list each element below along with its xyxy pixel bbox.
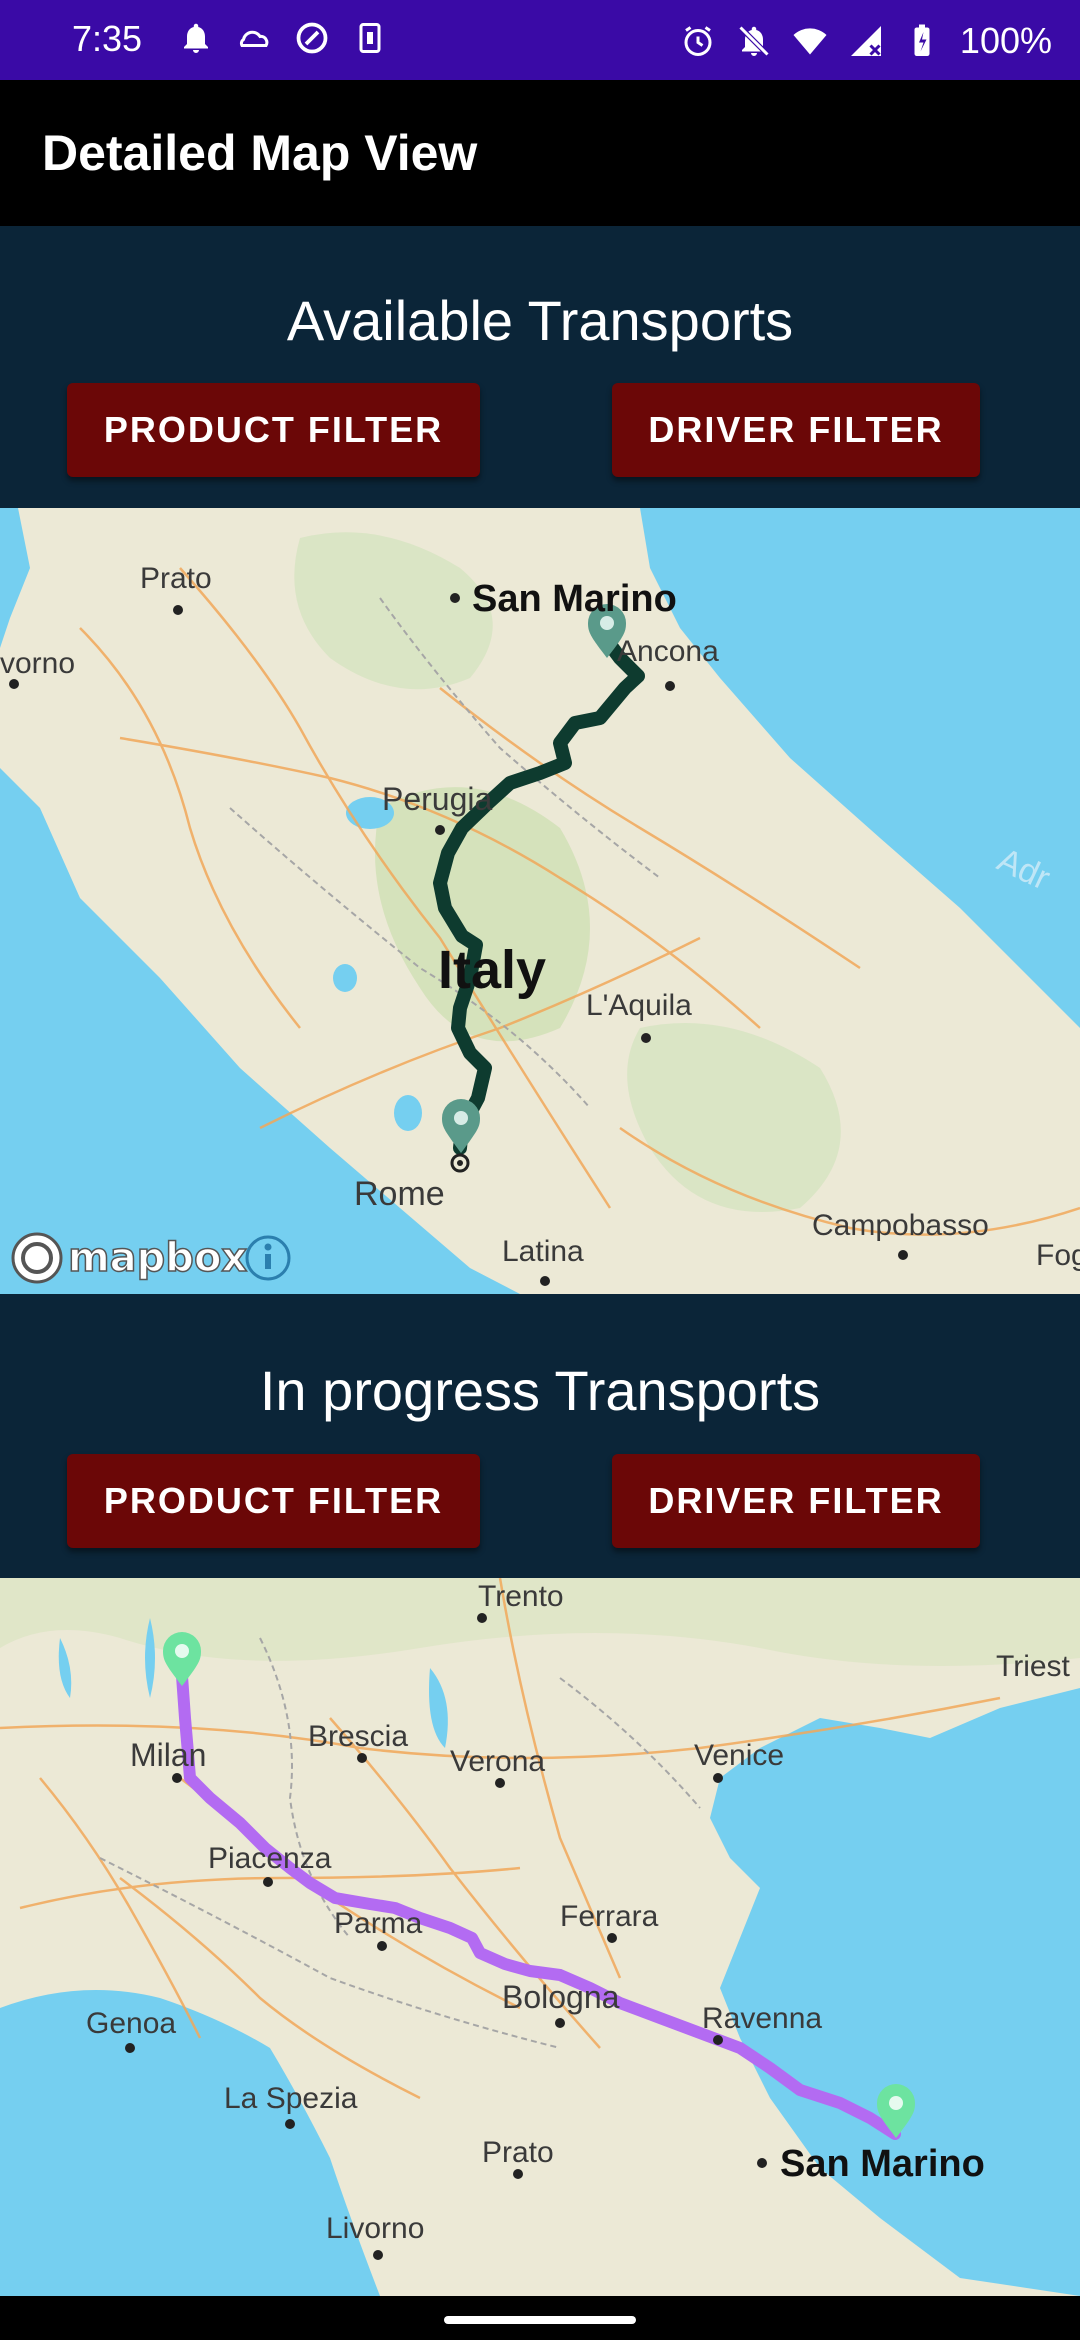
map-label-livorno: vorno bbox=[0, 647, 75, 680]
status-system-icons: 100% bbox=[680, 20, 1052, 62]
rome-capital-dot bbox=[457, 1160, 463, 1166]
navigation-bar bbox=[0, 2296, 1080, 2340]
available-map-canvas[interactable]: Prato San Marino Ancona vorno Perugia It… bbox=[0, 508, 1080, 1294]
mapbox-logo[interactable]: mapbox bbox=[11, 1232, 248, 1284]
map-label-campobasso: Campobasso bbox=[812, 1209, 989, 1242]
map-label-san-marino: San Marino bbox=[472, 578, 677, 620]
map-label-laquila: L'Aquila bbox=[586, 989, 692, 1022]
in-progress-transports-map[interactable]: Trento Triest Milan Brescia Verona Venic… bbox=[0, 1578, 1080, 2296]
map-label-latina: Latina bbox=[502, 1235, 584, 1268]
map-label-italy: Italy bbox=[438, 940, 546, 1000]
in-progress-transports-header: In progress Transports PRODUCT FILTER DR… bbox=[0, 1294, 1080, 1578]
available-transports-title: Available Transports bbox=[286, 289, 794, 352]
signal-icon bbox=[850, 26, 881, 56]
in-progress-transports-title: In progress Transports bbox=[259, 1359, 821, 1422]
map-label-livorno: Livorno bbox=[326, 2212, 424, 2245]
alarm-icon bbox=[684, 26, 712, 56]
app-bar: Detailed Map View bbox=[0, 80, 1080, 226]
map-label-prato: Prato bbox=[140, 562, 212, 595]
map-label-verona: Verona bbox=[450, 1745, 545, 1778]
map-label-ferrara: Ferrara bbox=[560, 1900, 659, 1933]
in-progress-map-canvas[interactable]: Trento Triest Milan Brescia Verona Venic… bbox=[0, 1578, 1080, 2296]
lake bbox=[333, 964, 357, 992]
map-label-genoa: Genoa bbox=[86, 2007, 176, 2040]
battery-percent: 100% bbox=[959, 20, 1052, 61]
mute-icon bbox=[738, 25, 770, 57]
map-label-venice: Venice bbox=[694, 1739, 784, 1772]
available-product-filter-button[interactable]: PRODUCT FILTER bbox=[67, 383, 480, 477]
available-transports-map[interactable]: Prato San Marino Ancona vorno Perugia It… bbox=[0, 508, 1080, 1294]
map-label-rome: Rome bbox=[354, 1175, 445, 1213]
sync-icon bbox=[296, 22, 328, 54]
map-label-ancona: Ancona bbox=[617, 635, 719, 668]
available-driver-filter-button[interactable]: DRIVER FILTER bbox=[612, 383, 980, 477]
in-progress-product-filter-button[interactable]: PRODUCT FILTER bbox=[67, 1454, 480, 1548]
map-label-brescia: Brescia bbox=[308, 1720, 408, 1753]
wifi-icon bbox=[793, 28, 827, 55]
map-label-san-marino: San Marino bbox=[780, 2143, 985, 2185]
lake bbox=[394, 1095, 422, 1131]
sim-icon bbox=[359, 23, 381, 53]
status-notification-icons bbox=[178, 20, 388, 56]
home-gesture-handle[interactable] bbox=[444, 2316, 636, 2324]
map-label-ravenna: Ravenna bbox=[702, 2002, 822, 2035]
map-label-la-spezia: La Spezia bbox=[224, 2082, 358, 2115]
battery-icon bbox=[914, 24, 930, 56]
available-transports-header: Available Transports PRODUCT FILTER DRIV… bbox=[0, 226, 1080, 508]
map-label-perugia: Perugia bbox=[382, 781, 493, 817]
map-label-foggia: Fog bbox=[1036, 1239, 1080, 1272]
map-label-bologna: Bologna bbox=[502, 1979, 620, 2015]
map-label-trieste: Triest bbox=[996, 1650, 1071, 1683]
map-label-prato: Prato bbox=[482, 2136, 554, 2169]
map-label-milan: Milan bbox=[130, 1737, 206, 1773]
mapbox-wordmark: mapbox bbox=[68, 1235, 247, 1281]
cloud-icon bbox=[239, 30, 269, 47]
in-progress-driver-filter-button[interactable]: DRIVER FILTER bbox=[612, 1454, 980, 1548]
map-label-trento: Trento bbox=[478, 1580, 564, 1613]
bell-icon bbox=[184, 23, 208, 53]
status-time: 7:35 bbox=[72, 18, 143, 59]
map-label-parma: Parma bbox=[334, 1907, 423, 1940]
page-title: Detailed Map View bbox=[42, 125, 478, 181]
map-label-piacenza: Piacenza bbox=[208, 1842, 332, 1875]
status-bar: 7:35 100% bbox=[0, 0, 1080, 80]
